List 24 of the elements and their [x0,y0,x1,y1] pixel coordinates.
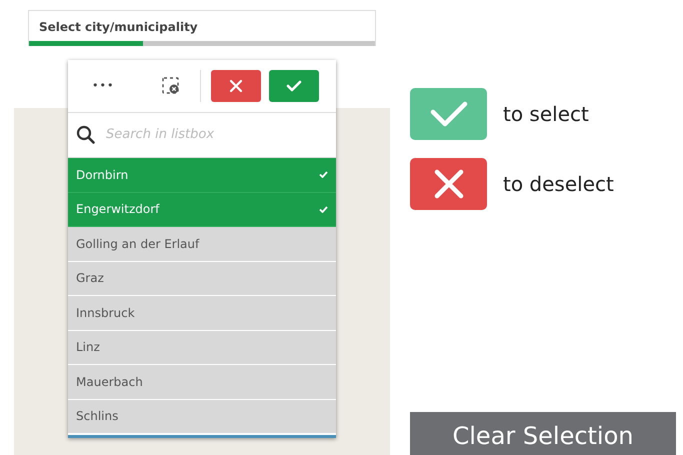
list-item[interactable]: Innsbruck [68,296,336,330]
close-icon [229,79,244,93]
clear-selection-button[interactable]: Clear Selection [410,412,676,455]
list-item[interactable]: Golling an der Erlauf [68,227,336,262]
check-icon [286,80,302,92]
list-item[interactable]: Engerwitzdorf [68,192,336,227]
list-item[interactable]: Schlins [68,400,336,434]
legend-text: to select [503,101,589,128]
confirm-button[interactable] [269,70,320,102]
list-item[interactable]: Mauerbach [68,365,336,400]
check-icon [428,100,468,128]
list-item[interactable]: Graz [68,262,336,296]
check-icon [319,206,328,213]
search-icon [76,125,96,145]
legend-text: to deselect [503,171,614,198]
check-icon [319,171,328,178]
list-item[interactable]: Linz [68,330,336,365]
close-icon [434,169,464,199]
more-button[interactable]: ••• [92,78,114,94]
selector-title: Select city/municipality [38,19,199,36]
list-item[interactable]: Dornbirn [68,158,336,192]
clear-selections-icon[interactable] [162,77,180,95]
selector-panel[interactable]: Select city/municipality [28,10,376,46]
cancel-button[interactable] [211,70,262,102]
